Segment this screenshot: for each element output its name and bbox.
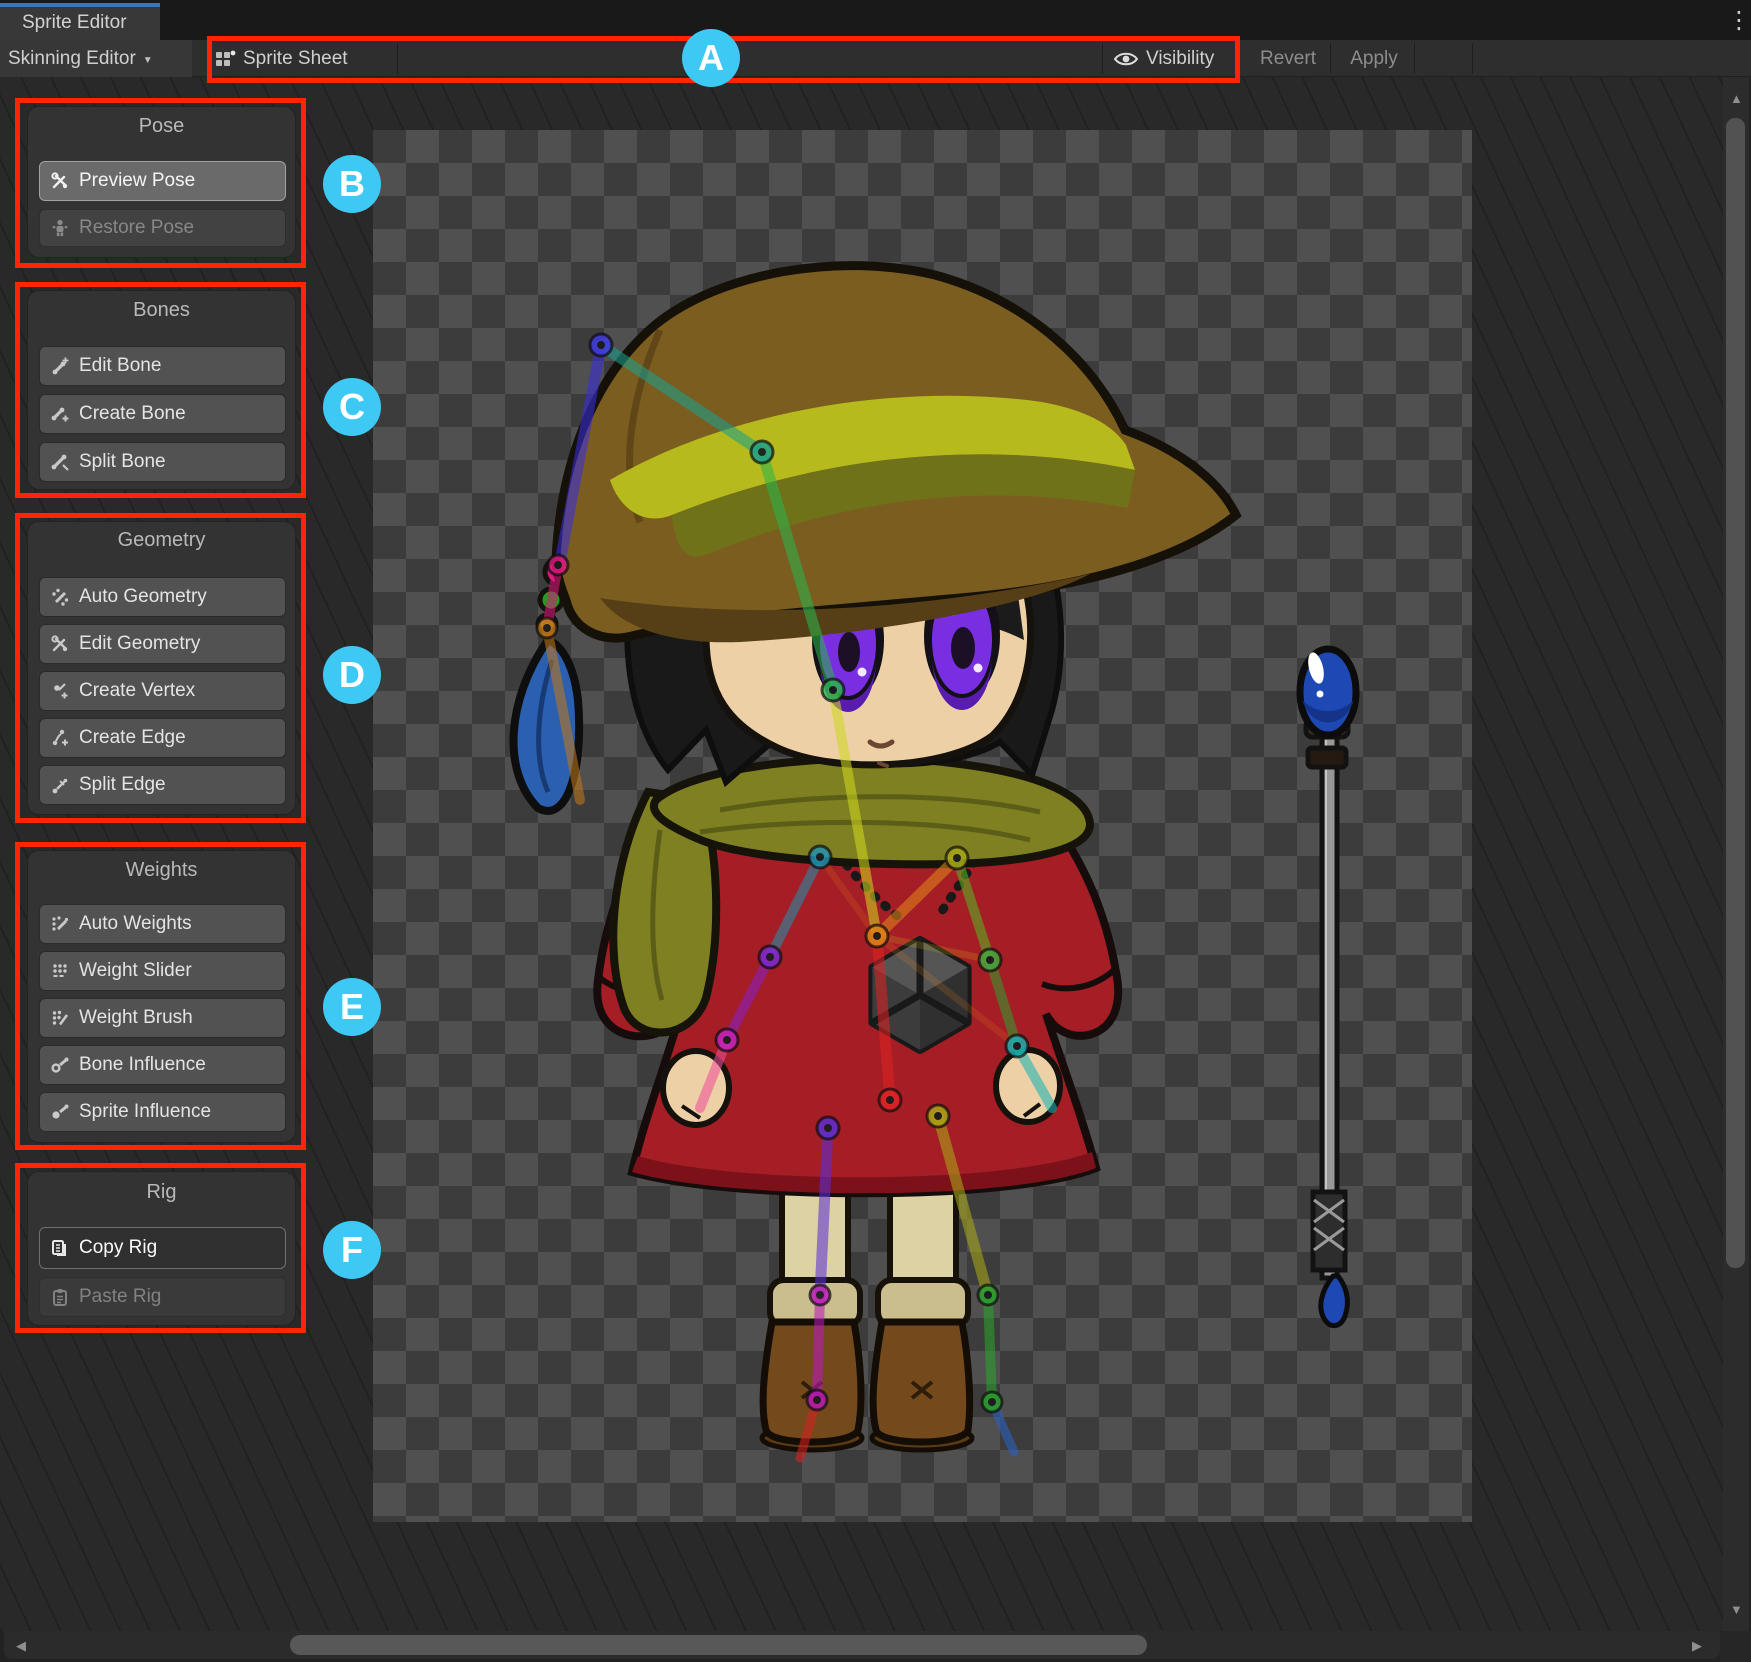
bone-influence-label: Bone Influence: [79, 1054, 206, 1076]
auto-weights-label: Auto Weights: [79, 913, 192, 935]
sprite-canvas[interactable]: [373, 130, 1472, 1522]
auto-geometry-label: Auto Geometry: [79, 586, 207, 608]
geometry-panel-title: Geometry: [28, 529, 295, 552]
split-bone-button[interactable]: Split Bone: [39, 442, 286, 482]
edit-bone-button[interactable]: Edit Bone: [39, 346, 286, 386]
restore-pose-person-icon: [50, 218, 70, 238]
preview-pose-button[interactable]: Preview Pose: [39, 161, 286, 201]
revert-button[interactable]: Revert: [1248, 40, 1328, 77]
apply-button[interactable]: Apply: [1338, 40, 1410, 77]
scroll-down-icon[interactable]: ▼: [1730, 1603, 1743, 1616]
split-bone-label: Split Bone: [79, 451, 166, 473]
staff-graphic: [1300, 649, 1356, 1326]
split-edge-button[interactable]: Split Edge: [39, 765, 286, 805]
toolbar-separator: [1237, 43, 1238, 74]
create-vertex-icon: [50, 681, 70, 701]
create-bone-icon: [50, 404, 70, 424]
scroll-up-icon[interactable]: ▲: [1730, 92, 1743, 105]
rig-panel-title: Rig: [28, 1181, 295, 1204]
weight-brush-icon: [50, 1008, 70, 1028]
title-tab-bar: Sprite Editor ⋮: [0, 0, 1751, 40]
preview-pose-label: Preview Pose: [79, 170, 195, 192]
weights-panel-title: Weights: [28, 859, 295, 882]
eye-icon: [1113, 50, 1139, 68]
restore-pose-button[interactable]: Restore Pose: [39, 209, 286, 247]
sprite-influence-icon: [50, 1102, 70, 1122]
tab-label: Sprite Editor: [22, 12, 127, 33]
sprite-sheet-label: Sprite Sheet: [243, 48, 348, 70]
toolbar-separator: [1414, 43, 1415, 74]
preview-pose-tools-icon: [50, 171, 70, 191]
horizontal-scrollbar-thumb[interactable]: [290, 1635, 1147, 1655]
auto-geometry-button[interactable]: Auto Geometry: [39, 577, 286, 617]
paste-rig-button[interactable]: Paste Rig: [39, 1277, 286, 1317]
copy-rig-label: Copy Rig: [79, 1237, 157, 1259]
bone-influence-button[interactable]: Bone Influence: [39, 1045, 286, 1085]
toolbar-separator: [1472, 43, 1473, 74]
sprite-influence-button[interactable]: Sprite Influence: [39, 1092, 286, 1132]
weight-slider-button[interactable]: Weight Slider: [39, 951, 286, 991]
visibility-label: Visibility: [1146, 48, 1214, 70]
edit-bone-icon: [50, 356, 70, 376]
vertical-scrollbar-thumb[interactable]: [1726, 118, 1745, 1268]
sprite-sheet-icon: [214, 49, 236, 69]
scrollbar-corner: [1720, 1631, 1751, 1662]
paste-rig-label: Paste Rig: [79, 1286, 161, 1308]
split-edge-icon: [50, 775, 70, 795]
create-edge-icon: [50, 728, 70, 748]
weight-slider-icon: [50, 961, 70, 981]
chevron-down-icon: ▼: [143, 55, 153, 66]
restore-pose-label: Restore Pose: [79, 217, 194, 239]
edit-geometry-icon: [50, 634, 70, 654]
weight-brush-button[interactable]: Weight Brush: [39, 998, 286, 1038]
auto-weights-icon: [50, 914, 70, 934]
create-vertex-label: Create Vertex: [79, 680, 195, 702]
bones-panel: Bones Edit Bone Create Bone Split Bone: [27, 290, 296, 490]
tab-sprite-editor[interactable]: Sprite Editor: [0, 3, 160, 40]
weight-brush-label: Weight Brush: [79, 1007, 193, 1029]
visibility-button[interactable]: Visibility: [1113, 40, 1214, 77]
character-body: [597, 758, 1118, 1450]
split-bone-icon: [50, 452, 70, 472]
split-edge-label: Split Edge: [79, 774, 166, 796]
sprite-influence-label: Sprite Influence: [79, 1101, 211, 1123]
create-vertex-button[interactable]: Create Vertex: [39, 671, 286, 711]
geometry-panel: Geometry Auto Geometry Edit Geometry Cre…: [27, 521, 296, 815]
scroll-left-icon[interactable]: ◀: [16, 1639, 26, 1652]
create-bone-button[interactable]: Create Bone: [39, 394, 286, 434]
create-edge-label: Create Edge: [79, 727, 186, 749]
weight-slider-label: Weight Slider: [79, 960, 192, 982]
toolbar-separator: [397, 43, 398, 74]
toolbar: Skinning Editor ▼ Sprite Sheet Visibilit…: [0, 40, 1751, 77]
weights-panel: Weights Auto Weights Weight Slider Weigh…: [27, 850, 296, 1143]
bone-influence-icon: [50, 1055, 70, 1075]
edit-geometry-button[interactable]: Edit Geometry: [39, 624, 286, 664]
rig-panel: Rig Copy Rig Paste Rig: [27, 1171, 296, 1326]
toolbar-separator: [1330, 43, 1331, 74]
scroll-right-icon[interactable]: ▶: [1692, 1639, 1702, 1652]
copy-rig-icon: [50, 1238, 70, 1258]
revert-label: Revert: [1260, 48, 1316, 70]
copy-rig-button[interactable]: Copy Rig: [39, 1227, 286, 1269]
character-sprite: [373, 130, 1472, 1522]
create-edge-button[interactable]: Create Edge: [39, 718, 286, 758]
paste-rig-icon: [50, 1287, 70, 1307]
auto-weights-button[interactable]: Auto Weights: [39, 904, 286, 944]
kebab-menu-icon[interactable]: ⋮: [1726, 4, 1751, 38]
edit-geometry-label: Edit Geometry: [79, 633, 200, 655]
toolbar-separator: [1102, 43, 1103, 74]
edit-bone-label: Edit Bone: [79, 355, 161, 377]
create-bone-label: Create Bone: [79, 403, 186, 425]
sprite-sheet-button[interactable]: Sprite Sheet: [214, 40, 348, 77]
pose-panel-title: Pose: [28, 115, 295, 138]
pose-panel: Pose Preview Pose Restore Pose: [27, 106, 296, 258]
apply-label: Apply: [1350, 48, 1398, 70]
bones-panel-title: Bones: [28, 299, 295, 322]
skinning-editor-dropdown[interactable]: Skinning Editor ▼: [0, 40, 192, 77]
skinning-editor-label: Skinning Editor: [8, 48, 136, 70]
auto-geometry-icon: [50, 587, 70, 607]
